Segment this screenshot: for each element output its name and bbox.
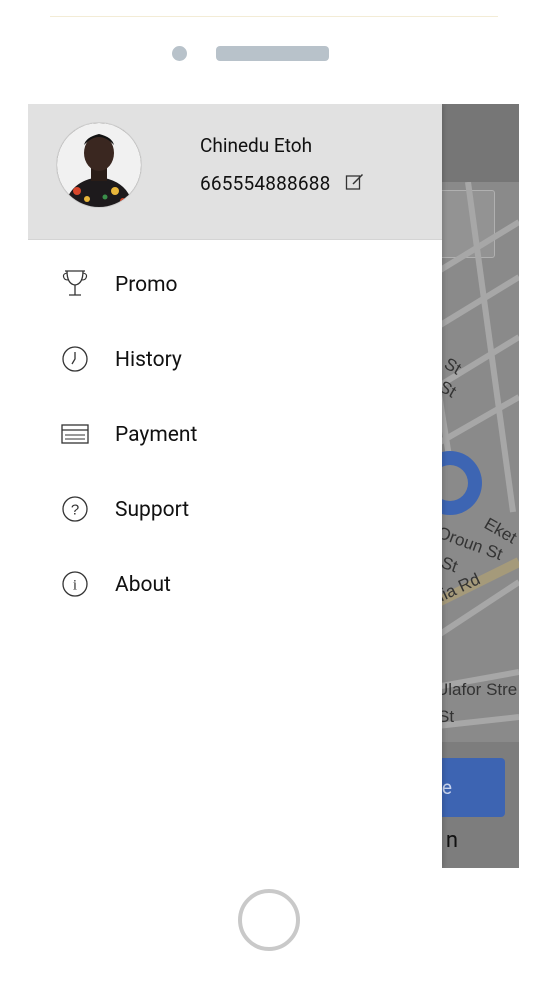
edit-icon[interactable] — [345, 172, 365, 192]
menu-item-label: History — [115, 348, 182, 372]
user-phone: 665554888688 — [200, 172, 331, 195]
device-top-edge — [50, 16, 498, 17]
navigation-drawer: Chinedu Etoh 665554888688 Promo History … — [28, 104, 442, 868]
help-circle-icon: ? — [62, 496, 88, 522]
avatar[interactable] — [56, 122, 142, 208]
info-circle-icon: i — [62, 571, 88, 597]
menu-item-about[interactable]: i About — [28, 569, 442, 629]
drawer-header: Chinedu Etoh 665554888688 — [28, 104, 442, 240]
svg-text:i: i — [73, 578, 77, 594]
front-camera — [172, 46, 187, 61]
svg-text:?: ? — [71, 502, 79, 519]
trophy-icon — [62, 270, 88, 296]
app-screen: St St Eket Oroun St St Ufia Rd Ulafor St… — [28, 104, 519, 868]
clock-icon — [62, 346, 88, 372]
street-label: Ulafor Stre — [436, 680, 517, 699]
menu-item-label: Payment — [115, 423, 198, 447]
earpiece-speaker — [216, 46, 329, 61]
menu-item-payment[interactable]: Payment — [28, 419, 442, 479]
user-name: Chinedu Etoh — [200, 134, 313, 157]
menu-item-label: About — [115, 573, 171, 597]
credit-card-icon — [61, 424, 89, 444]
menu-item-label: Promo — [115, 273, 178, 297]
bottom-panel-text-value: n — [445, 828, 458, 853]
menu-item-label: Support — [115, 498, 190, 522]
confirm-button-label: e — [441, 776, 452, 799]
menu-item-support[interactable]: ? Support — [28, 494, 442, 554]
home-button[interactable] — [238, 889, 300, 951]
menu-item-history[interactable]: History — [28, 344, 442, 404]
menu-item-promo[interactable]: Promo — [28, 269, 442, 329]
